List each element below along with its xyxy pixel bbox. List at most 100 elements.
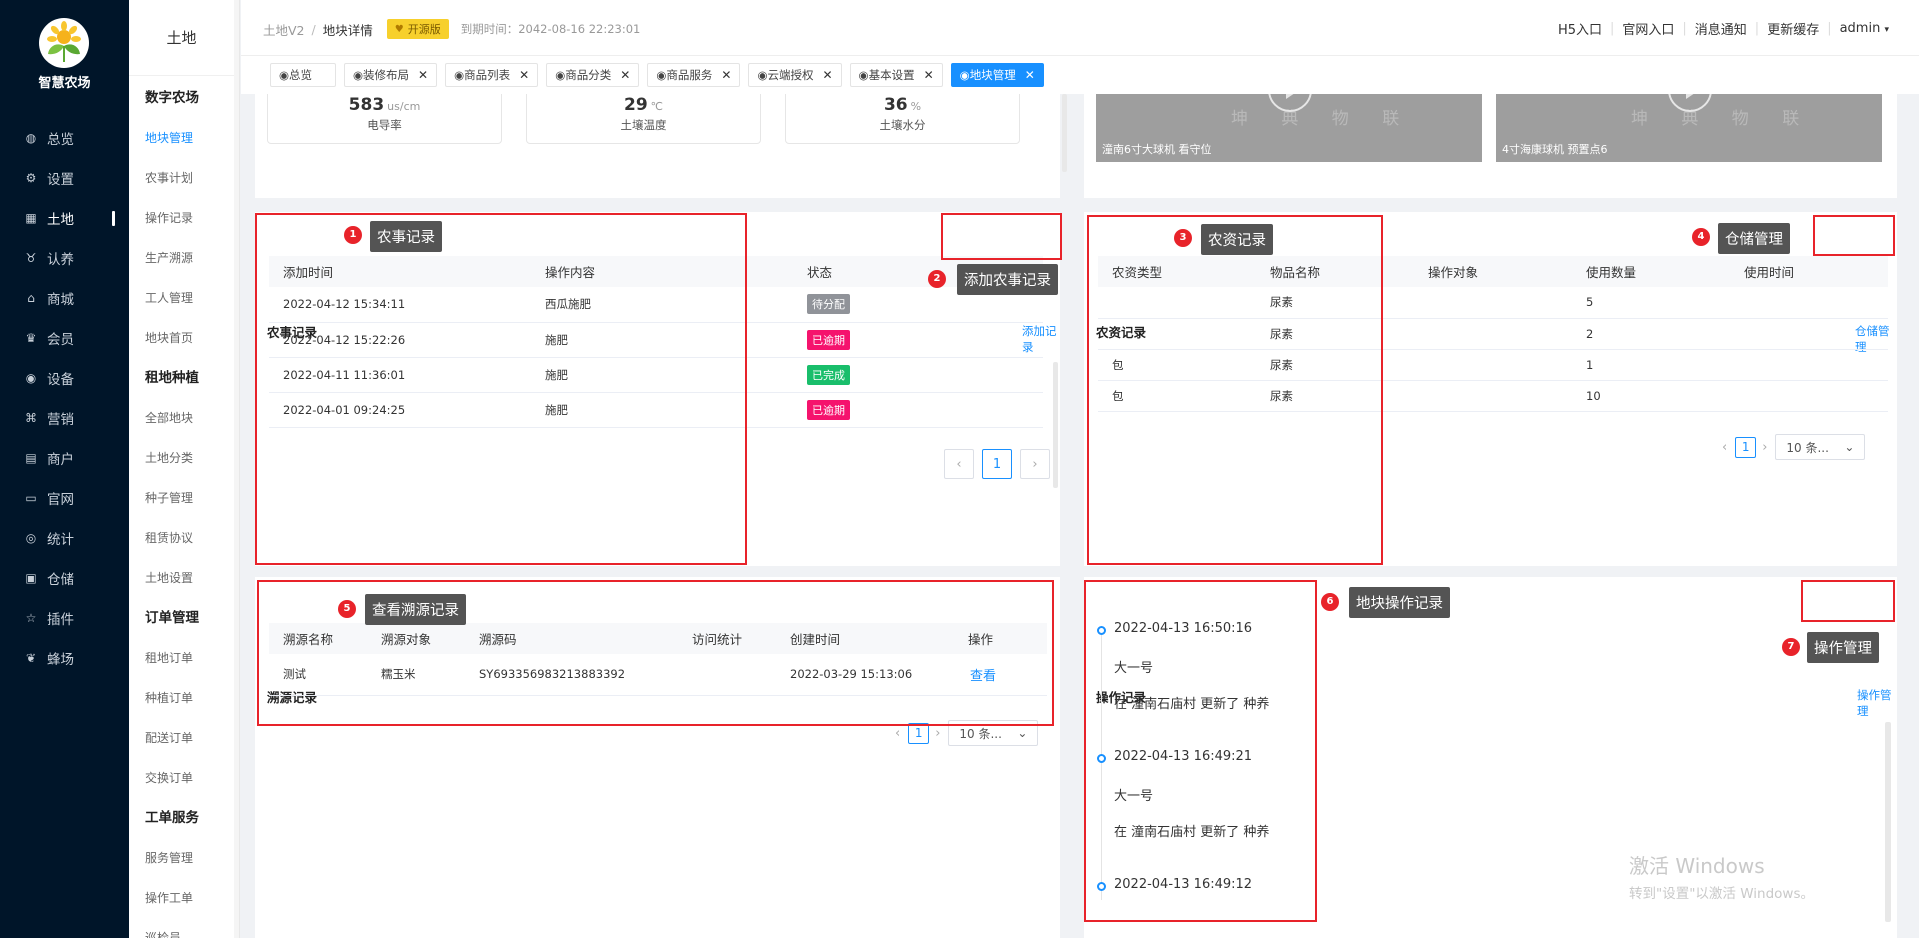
tab-overview[interactable]: ◉总览 xyxy=(270,63,336,87)
nav-marketing[interactable]: ⌘ 营销 xyxy=(0,398,129,438)
nav-stats[interactable]: ◎ 统计 xyxy=(0,518,129,558)
annotation-number: 5 xyxy=(338,600,356,618)
nav-dashboard[interactable]: ◍ 总览 xyxy=(0,118,129,158)
table-row[interactable]: 2022-04-01 09:24:25 施肥 已逾期 xyxy=(269,392,1043,428)
table-row[interactable]: 包尿素 10 xyxy=(1098,380,1888,412)
refresh-cache-link[interactable]: 更新缓存 xyxy=(1767,19,1819,38)
subnav-scrollbar[interactable] xyxy=(234,0,240,938)
subnav-item[interactable]: 土地分类 xyxy=(129,438,234,478)
subnav-item[interactable]: 交换订单 xyxy=(129,758,234,798)
table-row[interactable]: 尿素 2 xyxy=(1098,318,1888,350)
input-records-table: 农资类型 物品名称 操作对象 使用数量 使用时间 尿素 5 尿素 2 包尿素 1 包尿… xyxy=(1098,256,1888,412)
subnav-item[interactable]: 生产溯源 xyxy=(129,238,234,278)
table-row[interactable]: 2022-04-12 15:22:26 施肥 已逾期 xyxy=(269,322,1043,358)
prev-page-arrow[interactable]: ‹ xyxy=(895,726,900,741)
website-entry-link[interactable]: 官网入口 xyxy=(1622,19,1674,38)
page-number-button[interactable]: 1 xyxy=(1735,436,1757,458)
page-size-select[interactable]: 10 条... ⌄ xyxy=(1775,434,1866,460)
subnav-item[interactable]: 种子管理 xyxy=(129,478,234,518)
subnav-list: 数字农场 地块管理 农事计划 操作记录 生产溯源 工人管理 地块首页 租地种植 … xyxy=(129,78,234,938)
subnav-item[interactable]: 租赁协议 xyxy=(129,518,234,558)
close-icon[interactable]: ✕ xyxy=(418,68,428,82)
nav-label: 会员 xyxy=(47,332,74,348)
subnav-item[interactable]: 地块首页 xyxy=(129,318,234,358)
subnav-item[interactable]: 农事计划 xyxy=(129,158,234,198)
page-number-button[interactable]: 1 xyxy=(908,722,930,744)
tab-decoration[interactable]: ◉装修布局 ✕ xyxy=(344,63,438,87)
tab-cloud-auth[interactable]: ◉云端授权 ✕ xyxy=(748,63,842,87)
bee-icon: ❦ xyxy=(25,651,37,665)
subnav-item[interactable]: 土地设置 xyxy=(129,558,234,598)
subnav-item[interactable]: 工人管理 xyxy=(129,278,234,318)
subnav-item[interactable]: 租地订单 xyxy=(129,638,234,678)
tab-plot-management[interactable]: ◉地块管理 ✕ xyxy=(950,63,1044,87)
nav-merchant[interactable]: ▤ 商户 xyxy=(0,438,129,478)
cell-time xyxy=(1730,349,1888,381)
metric-label: 土壤水分 xyxy=(879,118,926,132)
prev-page-arrow[interactable]: ‹ xyxy=(1722,440,1727,455)
video-tile[interactable]: 坤 典 物 联 潼南6寸大球机 看守位 xyxy=(1096,94,1482,162)
cell-time xyxy=(1730,287,1888,319)
video-card: 坤 典 物 联 潼南6寸大球机 看守位 坤 典 物 联 4寸海康球机 预置点6 xyxy=(1084,94,1897,198)
close-icon[interactable]: ✕ xyxy=(924,68,934,82)
close-icon[interactable]: ✕ xyxy=(519,68,529,82)
subnav-item[interactable]: 操作记录 xyxy=(129,198,234,238)
farm-logo-icon[interactable] xyxy=(39,18,89,68)
nav-warehouse[interactable]: ▣ 仓储 xyxy=(0,558,129,598)
subnav-item[interactable]: 操作工单 xyxy=(129,878,234,918)
tab-product-category[interactable]: ◉商品分类 ✕ xyxy=(546,63,640,87)
close-icon[interactable]: ✕ xyxy=(721,68,731,82)
user-menu[interactable]: admin ▾ xyxy=(1840,21,1889,36)
nav-adopt[interactable]: ♉ 认养 xyxy=(0,238,129,278)
operation-management-link[interactable]: 操作管理 xyxy=(1857,687,1897,719)
breadcrumb-parent[interactable]: 土地V2 xyxy=(263,20,305,39)
subnav-item-plot-management[interactable]: 地块管理 xyxy=(129,118,234,158)
prev-page-button[interactable]: ‹ xyxy=(944,449,974,479)
main-nav: ◍ 总览 ⚙ 设置 ▦ 土地 ♉ 认养 ⌂ 商城 ♛ 会员 ◉ 设备 ⌘ 营销 ▤ 商户 ▭ 官网 … xyxy=(0,118,129,678)
notifications-link[interactable]: 消息通知 xyxy=(1695,19,1747,38)
close-icon[interactable]: ✕ xyxy=(620,68,630,82)
operation-records-scrollbar[interactable] xyxy=(1885,722,1891,922)
nav-shop[interactable]: ⌂ 商城 xyxy=(0,278,129,318)
table-row[interactable]: 包尿素 1 xyxy=(1098,349,1888,381)
nav-device[interactable]: ◉ 设备 xyxy=(0,358,129,398)
breadcrumb: 土地V2 / 地块详情 ♥ 开源版 到期时间：2042-08-16 22:23:0… xyxy=(263,19,640,39)
nav-label: 插件 xyxy=(47,612,74,628)
subnav-item[interactable]: 服务管理 xyxy=(129,838,234,878)
close-icon[interactable]: ✕ xyxy=(822,68,832,82)
tab-product-list[interactable]: ◉商品列表 ✕ xyxy=(445,63,539,87)
subnav-item[interactable]: 种植订单 xyxy=(129,678,234,718)
close-icon[interactable]: ✕ xyxy=(1025,68,1035,82)
page-size-select[interactable]: 10 条... ⌄ xyxy=(948,720,1039,746)
annotation-label: 农资记录 xyxy=(1201,224,1273,255)
nav-settings[interactable]: ⚙ 设置 xyxy=(0,158,129,198)
h5-entry-link[interactable]: H5入口 xyxy=(1558,19,1602,38)
tab-label: ◉地块管理 xyxy=(959,68,1016,82)
subnav-item[interactable]: 配送订单 xyxy=(129,718,234,758)
next-page-arrow[interactable]: › xyxy=(1762,440,1767,455)
table-row[interactable]: 2022-04-11 11:36:01 施肥 已完成 xyxy=(269,357,1043,393)
table-row[interactable]: 2022-04-12 15:34:11 西瓜施肥 待分配 xyxy=(269,287,1043,323)
trace-records-pagination: ‹ 1 › 10 条... ⌄ xyxy=(895,720,1039,746)
video-tile[interactable]: 坤 典 物 联 4寸海康球机 预置点6 xyxy=(1496,94,1882,162)
view-trace-link[interactable]: 查看 xyxy=(970,669,996,684)
marketing-icon: ⌘ xyxy=(25,411,37,425)
video-watermark: 坤 典 物 联 xyxy=(1631,109,1814,129)
next-page-arrow[interactable]: › xyxy=(935,726,940,741)
table-row[interactable]: 测试 糯玉米 SY693356983213883392 2022-03-29 1… xyxy=(269,654,1047,696)
subnav-item[interactable]: 巡检员 xyxy=(129,918,234,938)
table-row[interactable]: 尿素 5 xyxy=(1098,287,1888,319)
nav-website[interactable]: ▭ 官网 xyxy=(0,478,129,518)
sensor-scrollbar[interactable] xyxy=(1062,94,1067,172)
nav-plugin[interactable]: ☆ 插件 xyxy=(0,598,129,638)
page-number-button[interactable]: 1 xyxy=(982,449,1012,479)
next-page-button[interactable]: › xyxy=(1020,449,1050,479)
metric-unit: % xyxy=(910,100,922,113)
tab-basic-settings[interactable]: ◉基本设置 ✕ xyxy=(849,63,943,87)
tab-product-service[interactable]: ◉商品服务 ✕ xyxy=(647,63,741,87)
nav-label: 仓储 xyxy=(47,572,74,588)
nav-bee[interactable]: ❦ 蜂场 xyxy=(0,638,129,678)
subnav-item[interactable]: 全部地块 xyxy=(129,398,234,438)
nav-land[interactable]: ▦ 土地 xyxy=(0,198,129,238)
nav-member[interactable]: ♛ 会员 xyxy=(0,318,129,358)
